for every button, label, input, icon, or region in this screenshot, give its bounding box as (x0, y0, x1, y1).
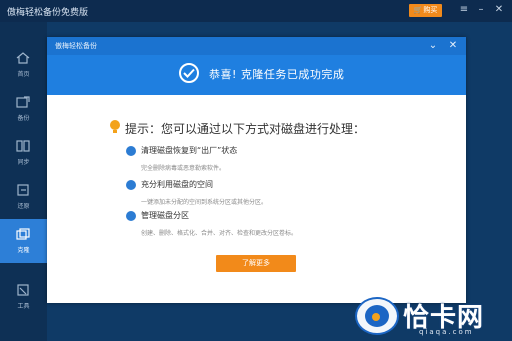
minimize-icon[interactable]: – (475, 3, 487, 17)
sidebar-item-sync[interactable]: 同步 (0, 131, 47, 175)
tools-icon (17, 284, 29, 296)
clone-complete-dialog: 傲梅轻松备份 ⌄ ✕ 恭喜! 克隆任务已成功完成 提示：您可以通过以下方式对磁盘… (47, 37, 466, 303)
sidebar-item-label: 工具 (17, 303, 30, 310)
backup-icon (16, 96, 30, 108)
dialog-close-icon[interactable]: ✕ (447, 39, 459, 53)
sidebar-item-label: 首页 (17, 71, 30, 78)
dialog-title: 傲梅轻松备份 (55, 42, 97, 50)
chevron-down-icon[interactable]: ⌄ (427, 39, 439, 53)
clone-icon (16, 228, 30, 240)
item-title: 管理磁盘分区 (141, 211, 189, 220)
success-check-icon (179, 63, 199, 83)
dialog-titlebar: 傲梅轻松备份 ⌄ ✕ (47, 37, 466, 55)
sidebar-item-clone[interactable]: 克隆 (0, 219, 47, 263)
restore-icon (17, 184, 29, 196)
menu-icon[interactable]: ≡ (458, 3, 470, 17)
sidebar-item-restore[interactable]: 还原 (0, 175, 47, 219)
item-desc: 完全删除病毒或恶意勒索软件。 (141, 165, 226, 172)
learn-more-button[interactable]: 了解更多 (216, 255, 296, 272)
sidebar-item-backup[interactable]: 备份 (0, 87, 47, 131)
app-titlebar: 傲梅轻松备份免费版 🛒购买 ≡ – ✕ (0, 0, 512, 22)
cart-icon: 🛒 (413, 6, 423, 14)
shield-icon (126, 146, 136, 156)
watermark: 恰卡网 qiaqa.com (355, 294, 512, 341)
box-icon (126, 180, 136, 190)
home-icon (16, 52, 30, 64)
item-title: 清理磁盘恢复到“出厂”状态 (141, 146, 238, 155)
sidebar-item-label: 备份 (17, 115, 30, 122)
pie-icon (126, 211, 136, 221)
lightbulb-icon (110, 120, 120, 133)
sidebar: 首页 备份 同步 还原 克隆 工具 (0, 22, 47, 341)
dialog-body: 提示：您可以通过以下方式对磁盘进行处理： 清理磁盘恢复到“出厂”状态 完全删除病… (47, 95, 466, 303)
watermark-sub: qiaqa.com (419, 328, 474, 336)
app-title: 傲梅轻松备份免费版 (7, 8, 89, 18)
success-banner: 恭喜! 克隆任务已成功完成 (47, 55, 466, 95)
item-desc: 创建、删除、格式化、合并、对齐、检查和更改分区卷标。 (141, 230, 298, 237)
sidebar-item-label: 同步 (17, 159, 30, 166)
close-icon[interactable]: ✕ (493, 3, 505, 17)
item-title: 充分利用磁盘的空间 (141, 180, 213, 189)
banner-text: 恭喜! 克隆任务已成功完成 (209, 68, 345, 81)
sidebar-item-tools[interactable]: 工具 (0, 275, 47, 319)
sidebar-item-label: 克隆 (17, 247, 30, 254)
item-desc: 一键添加未分配的空间到系统分区或其他分区。 (141, 199, 268, 206)
buy-label: 购买 (423, 6, 438, 14)
sidebar-item-label: 还原 (17, 203, 30, 210)
buy-button[interactable]: 🛒购买 (409, 4, 442, 17)
tip-text: 提示：您可以通过以下方式对磁盘进行处理： (125, 122, 366, 136)
sidebar-item-home[interactable]: 首页 (0, 43, 47, 87)
watermark-logo-icon (355, 297, 399, 335)
sync-icon (16, 140, 30, 152)
